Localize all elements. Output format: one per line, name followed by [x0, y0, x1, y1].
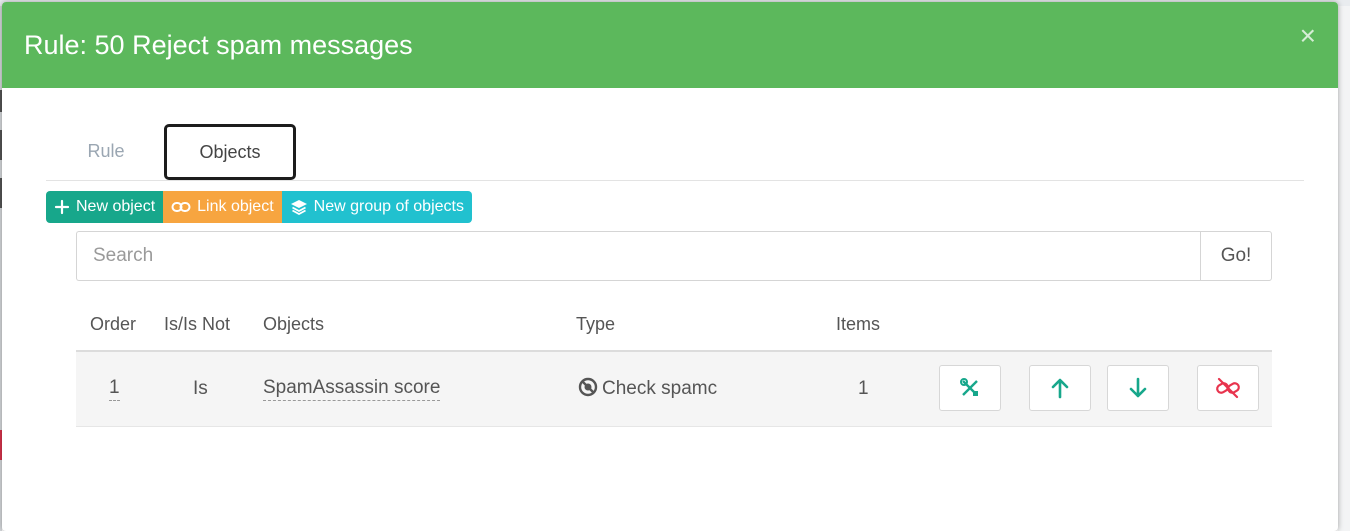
search-group: Go!: [76, 231, 1272, 281]
search-input[interactable]: [76, 231, 1200, 281]
edit-object-button[interactable]: [939, 365, 1001, 411]
type-label: Check spamc: [602, 378, 718, 400]
arrow-up-icon: [1051, 378, 1069, 399]
type-cell: Check spamc: [578, 352, 717, 426]
unlink-object-button[interactable]: [1197, 365, 1259, 411]
items-cell: 1: [858, 378, 869, 399]
object-cell: SpamAssassin score: [263, 352, 441, 426]
objects-table: Order Is/Is Not Objects Type Items 1 Is …: [76, 300, 1272, 427]
link-object-button[interactable]: Link object: [163, 191, 282, 223]
order-link[interactable]: 1: [109, 377, 120, 401]
plus-icon: [54, 199, 70, 215]
background-page-right: [1338, 6, 1350, 531]
modal-header: Rule: 50 Reject spam messages ×: [2, 2, 1338, 88]
tab-objects[interactable]: Objects: [164, 124, 296, 180]
link-icon: [171, 202, 191, 212]
new-group-button[interactable]: New group of objects: [281, 191, 472, 223]
modal-title: Rule: 50 Reject spam messages: [24, 29, 413, 60]
spamc-icon: [578, 377, 598, 397]
tab-rule[interactable]: Rule: [66, 124, 146, 178]
unlink-icon: [1216, 377, 1240, 399]
move-down-button[interactable]: [1107, 365, 1169, 411]
tab-bar: Rule Objects: [46, 120, 1304, 181]
table-header: Order Is/Is Not Objects Type Items: [76, 300, 1272, 352]
header-type: Type: [576, 314, 616, 334]
move-up-button[interactable]: [1029, 365, 1091, 411]
new-object-button[interactable]: New object: [46, 191, 164, 223]
edit-tools-icon: [960, 378, 978, 396]
new-group-label: New group of objects: [313, 198, 464, 215]
layers-icon: [290, 200, 307, 215]
new-object-label: New object: [76, 198, 156, 215]
header-is-not: Is/Is Not: [164, 314, 231, 334]
rule-modal: Rule: 50 Reject spam messages × Rule Obj…: [2, 2, 1338, 531]
close-button[interactable]: ×: [1300, 22, 1316, 50]
is-not-cell: Is: [193, 378, 208, 399]
table-row: 1 Is SpamAssassin score Check spamc 1: [76, 352, 1272, 427]
header-items: Items: [836, 314, 881, 334]
header-order: Order: [90, 314, 137, 334]
arrow-down-icon: [1129, 377, 1147, 398]
header-objects: Objects: [263, 314, 325, 334]
link-object-label: Link object: [197, 198, 274, 215]
go-button[interactable]: Go!: [1200, 231, 1272, 281]
object-link[interactable]: SpamAssassin score: [263, 377, 441, 401]
type-content: Check spamc: [578, 377, 717, 401]
objects-toolbar: New object Link object New group of obje…: [46, 191, 472, 223]
order-cell: 1: [109, 352, 120, 426]
